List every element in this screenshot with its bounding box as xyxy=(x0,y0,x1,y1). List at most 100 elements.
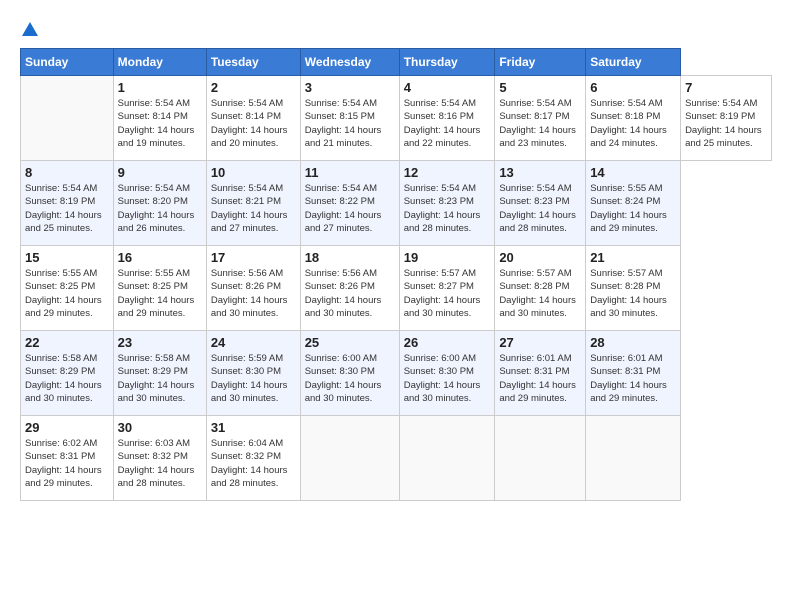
calendar-cell xyxy=(399,416,495,501)
day-number: 2 xyxy=(211,80,296,95)
day-info: Sunrise: 5:59 AMSunset: 8:30 PMDaylight:… xyxy=(211,352,296,405)
day-number: 5 xyxy=(499,80,581,95)
day-number: 22 xyxy=(25,335,109,350)
calendar-header-tuesday: Tuesday xyxy=(206,49,300,76)
calendar-cell: 9 Sunrise: 5:54 AMSunset: 8:20 PMDaylight… xyxy=(113,161,206,246)
day-number: 19 xyxy=(404,250,491,265)
calendar-cell: 18 Sunrise: 5:56 AMSunset: 8:26 PMDayligh… xyxy=(300,246,399,331)
calendar-cell: 5Sunrise: 5:54 AMSunset: 8:17 PMDaylight… xyxy=(495,76,586,161)
calendar-cell: 22 Sunrise: 5:58 AMSunset: 8:29 PMDayligh… xyxy=(21,331,114,416)
day-info: Sunrise: 6:02 AMSunset: 8:31 PMDaylight:… xyxy=(25,437,109,490)
calendar-cell: 23 Sunrise: 5:58 AMSunset: 8:29 PMDayligh… xyxy=(113,331,206,416)
calendar-cell: 11Sunrise: 5:54 AMSunset: 8:22 PMDayligh… xyxy=(300,161,399,246)
day-info: Sunrise: 5:54 AMSunset: 8:23 PMDaylight:… xyxy=(404,182,491,235)
calendar-week-row: 1 Sunrise: 5:54 AMSunset: 8:14 PMDaylight… xyxy=(21,76,772,161)
calendar-cell: 19 Sunrise: 5:57 AMSunset: 8:27 PMDayligh… xyxy=(399,246,495,331)
day-info: Sunrise: 5:54 AMSunset: 8:19 PMDaylight:… xyxy=(685,97,767,150)
day-number: 4 xyxy=(404,80,491,95)
day-info: Sunrise: 5:58 AMSunset: 8:29 PMDaylight:… xyxy=(118,352,202,405)
calendar-header-saturday: Saturday xyxy=(586,49,681,76)
day-info: Sunrise: 5:54 AMSunset: 8:21 PMDaylight:… xyxy=(211,182,296,235)
day-info: Sunrise: 6:03 AMSunset: 8:32 PMDaylight:… xyxy=(118,437,202,490)
day-info: Sunrise: 5:54 AMSunset: 8:23 PMDaylight:… xyxy=(499,182,581,235)
calendar-cell: 29 Sunrise: 6:02 AMSunset: 8:31 PMDayligh… xyxy=(21,416,114,501)
calendar-cell xyxy=(495,416,586,501)
day-number: 24 xyxy=(211,335,296,350)
day-number: 28 xyxy=(590,335,676,350)
calendar-cell: 31 Sunrise: 6:04 AMSunset: 8:32 PMDayligh… xyxy=(206,416,300,501)
calendar-cell: 13Sunrise: 5:54 AMSunset: 8:23 PMDayligh… xyxy=(495,161,586,246)
page-header xyxy=(20,20,772,38)
calendar-cell: 4 Sunrise: 5:54 AMSunset: 8:16 PMDaylight… xyxy=(399,76,495,161)
calendar-cell: 17Sunrise: 5:56 AMSunset: 8:26 PMDayligh… xyxy=(206,246,300,331)
day-info: Sunrise: 5:56 AMSunset: 8:26 PMDaylight:… xyxy=(305,267,395,320)
calendar-cell: 10Sunrise: 5:54 AMSunset: 8:21 PMDayligh… xyxy=(206,161,300,246)
day-number: 27 xyxy=(499,335,581,350)
day-number: 21 xyxy=(590,250,676,265)
day-info: Sunrise: 5:54 AMSunset: 8:18 PMDaylight:… xyxy=(590,97,676,150)
calendar-week-row: 22 Sunrise: 5:58 AMSunset: 8:29 PMDayligh… xyxy=(21,331,772,416)
day-number: 30 xyxy=(118,420,202,435)
calendar-cell: 8Sunrise: 5:54 AMSunset: 8:19 PMDaylight… xyxy=(21,161,114,246)
calendar-cell xyxy=(21,76,114,161)
day-info: Sunrise: 5:55 AMSunset: 8:24 PMDaylight:… xyxy=(590,182,676,235)
day-info: Sunrise: 5:54 AMSunset: 8:15 PMDaylight:… xyxy=(305,97,395,150)
calendar-cell: 21Sunrise: 5:57 AMSunset: 8:28 PMDayligh… xyxy=(586,246,681,331)
calendar-cell: 26 Sunrise: 6:00 AMSunset: 8:30 PMDayligh… xyxy=(399,331,495,416)
day-number: 7 xyxy=(685,80,767,95)
day-info: Sunrise: 6:04 AMSunset: 8:32 PMDaylight:… xyxy=(211,437,296,490)
day-number: 26 xyxy=(404,335,491,350)
logo-triangle-icon xyxy=(21,20,39,38)
calendar-header-friday: Friday xyxy=(495,49,586,76)
calendar-cell: 20 Sunrise: 5:57 AMSunset: 8:28 PMDayligh… xyxy=(495,246,586,331)
day-number: 3 xyxy=(305,80,395,95)
day-info: Sunrise: 5:55 AMSunset: 8:25 PMDaylight:… xyxy=(118,267,202,320)
day-info: Sunrise: 5:54 AMSunset: 8:16 PMDaylight:… xyxy=(404,97,491,150)
day-number: 1 xyxy=(118,80,202,95)
day-number: 12 xyxy=(404,165,491,180)
calendar-cell: 27 Sunrise: 6:01 AMSunset: 8:31 PMDayligh… xyxy=(495,331,586,416)
day-info: Sunrise: 5:55 AMSunset: 8:25 PMDaylight:… xyxy=(25,267,109,320)
day-number: 15 xyxy=(25,250,109,265)
calendar-header-monday: Monday xyxy=(113,49,206,76)
day-info: Sunrise: 5:54 AMSunset: 8:14 PMDaylight:… xyxy=(211,97,296,150)
day-info: Sunrise: 5:57 AMSunset: 8:27 PMDaylight:… xyxy=(404,267,491,320)
calendar-cell: 3 Sunrise: 5:54 AMSunset: 8:15 PMDaylight… xyxy=(300,76,399,161)
calendar-header-wednesday: Wednesday xyxy=(300,49,399,76)
day-number: 6 xyxy=(590,80,676,95)
day-info: Sunrise: 6:00 AMSunset: 8:30 PMDaylight:… xyxy=(305,352,395,405)
day-info: Sunrise: 5:58 AMSunset: 8:29 PMDaylight:… xyxy=(25,352,109,405)
calendar-cell: 6 Sunrise: 5:54 AMSunset: 8:18 PMDaylight… xyxy=(586,76,681,161)
day-number: 20 xyxy=(499,250,581,265)
day-number: 25 xyxy=(305,335,395,350)
day-info: Sunrise: 5:57 AMSunset: 8:28 PMDaylight:… xyxy=(499,267,581,320)
calendar-cell: 28 Sunrise: 6:01 AMSunset: 8:31 PMDayligh… xyxy=(586,331,681,416)
calendar-table: SundayMondayTuesdayWednesdayThursdayFrid… xyxy=(20,48,772,501)
day-info: Sunrise: 5:56 AMSunset: 8:26 PMDaylight:… xyxy=(211,267,296,320)
day-number: 29 xyxy=(25,420,109,435)
calendar-cell: 14Sunrise: 5:55 AMSunset: 8:24 PMDayligh… xyxy=(586,161,681,246)
calendar-cell: 30 Sunrise: 6:03 AMSunset: 8:32 PMDayligh… xyxy=(113,416,206,501)
calendar-cell: 24 Sunrise: 5:59 AMSunset: 8:30 PMDayligh… xyxy=(206,331,300,416)
day-info: Sunrise: 6:01 AMSunset: 8:31 PMDaylight:… xyxy=(499,352,581,405)
calendar-header-sunday: Sunday xyxy=(21,49,114,76)
day-number: 16 xyxy=(118,250,202,265)
day-number: 11 xyxy=(305,165,395,180)
day-number: 18 xyxy=(305,250,395,265)
calendar-header-thursday: Thursday xyxy=(399,49,495,76)
day-number: 23 xyxy=(118,335,202,350)
day-number: 9 xyxy=(118,165,202,180)
day-number: 31 xyxy=(211,420,296,435)
day-info: Sunrise: 6:00 AMSunset: 8:30 PMDaylight:… xyxy=(404,352,491,405)
calendar-cell: 2 Sunrise: 5:54 AMSunset: 8:14 PMDaylight… xyxy=(206,76,300,161)
calendar-cell: 25 Sunrise: 6:00 AMSunset: 8:30 PMDayligh… xyxy=(300,331,399,416)
calendar-week-row: 8Sunrise: 5:54 AMSunset: 8:19 PMDaylight… xyxy=(21,161,772,246)
calendar-week-row: 29 Sunrise: 6:02 AMSunset: 8:31 PMDayligh… xyxy=(21,416,772,501)
logo xyxy=(20,20,40,38)
calendar-cell xyxy=(300,416,399,501)
day-info: Sunrise: 5:54 AMSunset: 8:20 PMDaylight:… xyxy=(118,182,202,235)
calendar-cell: 12 Sunrise: 5:54 AMSunset: 8:23 PMDayligh… xyxy=(399,161,495,246)
day-info: Sunrise: 6:01 AMSunset: 8:31 PMDaylight:… xyxy=(590,352,676,405)
day-info: Sunrise: 5:54 AMSunset: 8:19 PMDaylight:… xyxy=(25,182,109,235)
day-info: Sunrise: 5:54 AMSunset: 8:14 PMDaylight:… xyxy=(118,97,202,150)
